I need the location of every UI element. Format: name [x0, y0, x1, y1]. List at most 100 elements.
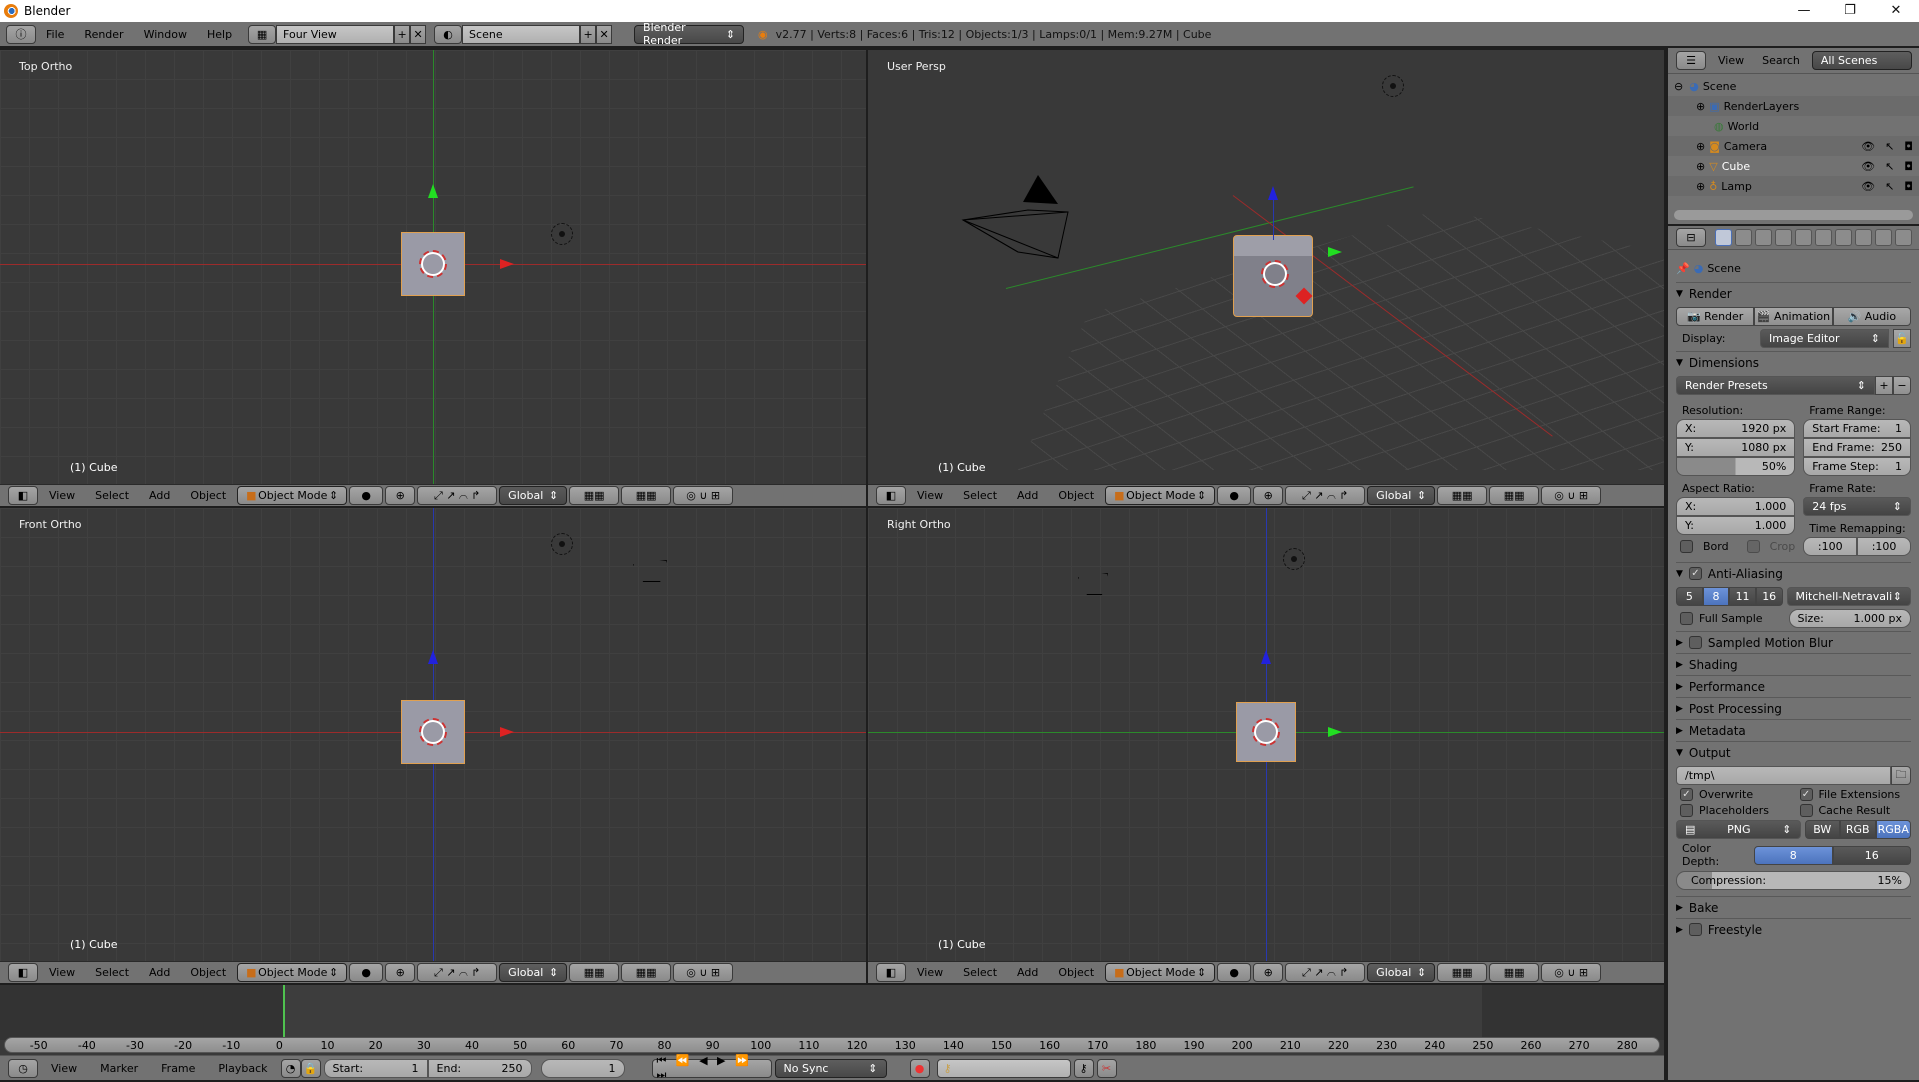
preview-range-icon[interactable]: ◔ [280, 1058, 301, 1078]
panel-sampled-motion-blur-header[interactable]: ▶ Sampled Motion Blur [1676, 631, 1911, 653]
viewport-top-ortho[interactable]: Top Ortho (1) Cube ◧ View Select Add Obj… [0, 50, 866, 506]
compression-slider[interactable]: Compression: 15% [1676, 871, 1911, 890]
playback-controls[interactable]: ⏮ ⏪ ◀ ▶ ⏩ ⏭ [651, 1054, 772, 1081]
orientation-dropdown[interactable]: Global ⇕ [1367, 963, 1436, 982]
expand-icon[interactable]: ⊕ [1696, 180, 1705, 193]
tab-world-icon[interactable] [1775, 229, 1792, 246]
sync-dropdown[interactable]: No Sync ⇕ [774, 1058, 887, 1078]
resolution-y-field[interactable]: Y: 1080 px [1676, 438, 1796, 457]
editor-type-3dview-icon[interactable]: ◧ [8, 963, 38, 982]
editor-type-3dview-icon[interactable]: ◧ [876, 486, 906, 505]
lock-range-icon[interactable]: 🔒 [300, 1058, 321, 1078]
layer-buttons-2[interactable]: ▦▦ [1489, 486, 1540, 505]
menu-view[interactable]: View [908, 966, 952, 979]
menu-add[interactable]: Add [140, 966, 179, 979]
menu-file[interactable]: File [36, 28, 74, 41]
menu-view[interactable]: View [908, 489, 952, 502]
panel-bake-header[interactable]: ▶ Bake [1676, 896, 1911, 918]
current-frame-field[interactable]: 1 [540, 1058, 625, 1078]
snap-tools[interactable]: ◎ ∪ ⊞ [673, 486, 734, 505]
y-manipulator-arrow[interactable] [428, 184, 438, 198]
area-separator[interactable] [866, 48, 868, 985]
delete-scene-button[interactable]: ✕ [596, 24, 613, 44]
placeholders-checkbox[interactable] [1680, 804, 1693, 817]
outliner-item-scene[interactable]: ⊖ ◕ Scene [1668, 76, 1919, 96]
tab-scene-icon[interactable] [1755, 229, 1772, 246]
scene-field[interactable]: Scene [462, 24, 581, 44]
menu-object[interactable]: Object [1049, 489, 1103, 502]
pivot-dropdown[interactable]: ⊕ [385, 963, 416, 982]
color-depth-8[interactable]: 8 [1754, 845, 1833, 865]
resolution-x-field[interactable]: X: 1920 px [1676, 419, 1796, 438]
color-mode-rgb[interactable]: RGB [1840, 820, 1876, 839]
screen-layout-field[interactable]: Four View [276, 24, 395, 44]
tab-render-icon[interactable] [1715, 229, 1732, 246]
z-manipulator-arrow[interactable] [1261, 650, 1271, 664]
overwrite-checkbox[interactable]: ✓ [1680, 788, 1693, 801]
editor-type-info-icon[interactable]: ⓘ [6, 24, 36, 44]
area-separator[interactable] [0, 506, 1666, 508]
layer-buttons-1[interactable]: ▦▦ [1437, 486, 1488, 505]
menu-render[interactable]: Render [74, 28, 133, 41]
pivot-dropdown[interactable]: ⊕ [1253, 486, 1284, 505]
layer-buttons-1[interactable]: ▦▦ [569, 963, 620, 982]
mode-dropdown[interactable]: ■ Object Mode ⇕ [1105, 963, 1216, 982]
renderable-camera-icon[interactable]: ◘ [1904, 140, 1913, 153]
viewport-front-ortho[interactable]: Front Ortho (1) Cube ◧ View Select Add O… [0, 508, 866, 983]
crop-checkbox[interactable] [1746, 540, 1760, 553]
file-format-dropdown[interactable]: ▤ PNG ⇕ [1676, 820, 1801, 839]
pivot-dropdown[interactable]: ⊕ [1253, 963, 1284, 982]
y-manipulator-arrow[interactable] [1328, 247, 1342, 257]
tab-material-icon[interactable] [1875, 229, 1892, 246]
lamp-object[interactable] [551, 223, 573, 245]
output-path-field[interactable]: /tmp\ [1676, 766, 1891, 785]
panel-shading-header[interactable]: ▶ Shading [1676, 653, 1911, 675]
panel-output-header[interactable]: ▼ Output [1676, 741, 1911, 763]
menu-add[interactable]: Add [140, 489, 179, 502]
editor-type-timeline-icon[interactable]: ◷ [8, 1058, 38, 1078]
editor-type-3dview-icon[interactable]: ◧ [876, 963, 906, 982]
aspect-x-field[interactable]: X: 1.000 [1676, 497, 1796, 516]
aa-filter-dropdown[interactable]: Mitchell-Netravali ⇕ [1786, 587, 1911, 606]
tab-constraints-icon[interactable] [1815, 229, 1832, 246]
snap-tools[interactable]: ◎ ∪ ⊞ [1541, 486, 1602, 505]
shading-dropdown[interactable]: ● [349, 963, 384, 982]
x-manipulator-arrow[interactable] [500, 727, 514, 737]
lamp-object[interactable] [1382, 75, 1404, 97]
aa-sample-16[interactable]: 16 [1755, 587, 1783, 606]
expand-icon[interactable]: ⊕ [1696, 100, 1705, 113]
color-mode-rgba[interactable]: RGBA [1875, 820, 1911, 839]
resolution-percentage-slider[interactable]: 50% [1676, 457, 1796, 476]
aa-size-field[interactable]: Size: 1.000 px [1788, 609, 1911, 628]
menu-select[interactable]: Select [954, 489, 1006, 502]
menu-select[interactable]: Select [86, 966, 138, 979]
pivot-dropdown[interactable]: ⊕ [385, 486, 416, 505]
color-mode-bw[interactable]: BW [1804, 820, 1840, 839]
delete-keyframe-button[interactable]: ✂ [1096, 1058, 1117, 1078]
frame-rate-dropdown[interactable]: 24 fps ⇕ [1803, 497, 1911, 516]
timeline-playhead[interactable] [283, 985, 286, 1040]
editor-type-3dview-icon[interactable]: ◧ [8, 486, 38, 505]
insert-keyframe-button[interactable]: ⚷ [1073, 1058, 1094, 1078]
manipulator-buttons[interactable]: ⤢ ↗ ⌒ ↱ [1285, 963, 1366, 982]
layer-buttons-2[interactable]: ▦▦ [621, 486, 672, 505]
add-layout-button[interactable]: + [394, 24, 411, 44]
snap-tools[interactable]: ◎ ∪ ⊞ [673, 963, 734, 982]
aa-sample-11[interactable]: 11 [1729, 587, 1756, 606]
start-frame-field[interactable]: Start Frame: 1 [1803, 419, 1911, 438]
close-button[interactable]: ✕ [1873, 0, 1919, 22]
mode-dropdown[interactable]: ■ Object Mode ⇕ [237, 486, 348, 505]
timeline-menu-marker[interactable]: Marker [90, 1062, 148, 1075]
panel-anti-aliasing-header[interactable]: ▼ ✓ Anti-Aliasing [1676, 562, 1911, 584]
panel-freestyle-header[interactable]: ▶ Freestyle [1676, 918, 1911, 940]
tab-texture-icon[interactable] [1895, 229, 1912, 246]
menu-add[interactable]: Add [1008, 966, 1047, 979]
menu-object[interactable]: Object [181, 489, 235, 502]
lamp-object[interactable] [1283, 548, 1305, 570]
snap-tools[interactable]: ◎ ∪ ⊞ [1541, 963, 1602, 982]
menu-select[interactable]: Select [954, 966, 1006, 979]
layer-buttons-1[interactable]: ▦▦ [569, 486, 620, 505]
tab-object-icon[interactable] [1795, 229, 1812, 246]
panel-post-processing-header[interactable]: ▶ Post Processing [1676, 697, 1911, 719]
outliner-item-camera[interactable]: ⊕ ◙ Camera 👁 ↖ ◘ [1668, 136, 1919, 156]
